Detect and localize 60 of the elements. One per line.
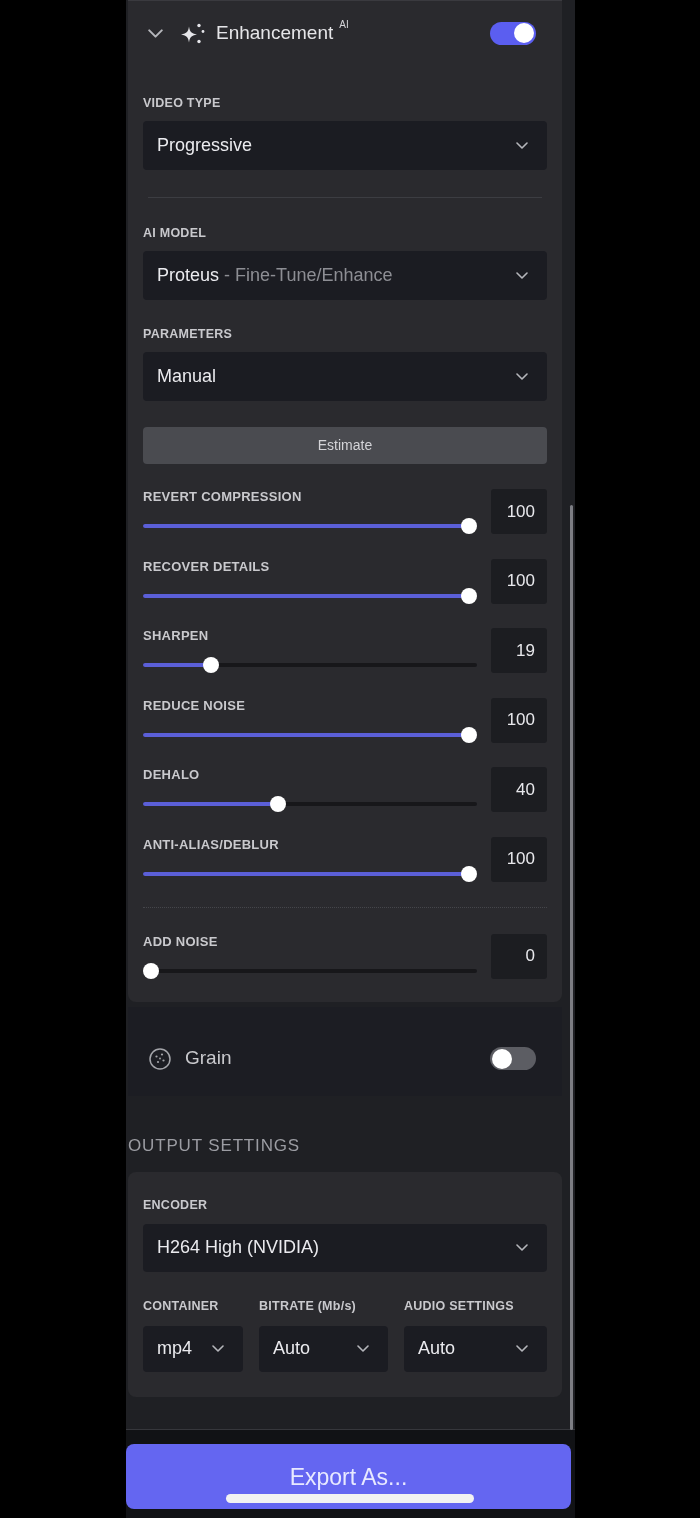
dropdown[interactable]: H264 High (NVIDIA) (143, 1223, 547, 1272)
ai-superscript: AI (339, 19, 349, 31)
slider-track[interactable] (143, 587, 477, 604)
slider-track[interactable] (143, 962, 477, 979)
slider-thumb[interactable] (461, 865, 477, 882)
dropdown[interactable]: Proteus - Fine-Tune/Enhance (143, 251, 547, 300)
estimate-button[interactable]: Estimate (143, 427, 547, 464)
speckled-circle-icon (149, 1047, 171, 1070)
dropdown[interactable]: Manual (143, 352, 547, 401)
field-label: AI MODEL (143, 225, 208, 241)
slider-label: SHARPEN (143, 628, 210, 644)
slider-label: ADD NOISE (143, 933, 219, 950)
slider-label: REDUCE NOISE (143, 697, 247, 714)
field-label: ENCODER (143, 1196, 209, 1213)
value-field[interactable]: 0 (491, 933, 547, 979)
slider-label: REVERT COMPRESSION (143, 489, 303, 505)
slider-thumb[interactable] (143, 962, 159, 979)
section-heading: OUTPUT SETTINGS (128, 1135, 301, 1156)
slider-thumb[interactable] (270, 796, 287, 812)
field-label: AUDIO SETTINGS (404, 1297, 515, 1314)
slider-track[interactable] (143, 865, 477, 882)
chevron-down-icon (516, 142, 528, 149)
slider-thumb[interactable] (203, 657, 220, 673)
chevron-down-icon (516, 373, 528, 380)
toggle-switch[interactable] (490, 21, 536, 45)
slider-track[interactable] (143, 657, 477, 673)
dropdown[interactable]: Auto (404, 1325, 547, 1372)
slider-thumb[interactable] (461, 518, 477, 534)
dropdown[interactable]: mp4 (143, 1325, 243, 1372)
slider-track[interactable] (143, 518, 477, 534)
chevron-down-icon (516, 1244, 528, 1251)
value-field[interactable]: 40 (491, 767, 547, 812)
slider-thumb[interactable] (461, 587, 477, 604)
value-field[interactable]: 19 (491, 628, 547, 673)
chevron-down-icon (212, 1345, 224, 1352)
value-field[interactable]: 100 (491, 489, 547, 534)
chevron-down-icon (516, 272, 528, 279)
slider-label: DEHALO (143, 767, 201, 783)
dropdown[interactable]: Progressive (143, 121, 547, 170)
chevron-down-icon[interactable] (148, 28, 163, 38)
dropdown[interactable]: Auto (259, 1325, 388, 1372)
value-field[interactable]: 100 (491, 836, 547, 882)
slider-label: RECOVER DETAILS (143, 558, 271, 575)
value-field[interactable]: 100 (491, 697, 547, 743)
section-title: Enhancement (216, 20, 334, 45)
section-title: Grain (185, 1046, 232, 1071)
chevron-down-icon (357, 1345, 369, 1352)
value-field[interactable]: 100 (491, 558, 547, 604)
slider-track[interactable] (143, 726, 477, 743)
field-label: CONTAINER (143, 1297, 220, 1314)
slider-label: ANTI-ALIAS/DEBLUR (143, 836, 280, 853)
field-label: PARAMETERS (143, 326, 234, 342)
field-label: VIDEO TYPE (143, 95, 222, 111)
toggle-switch[interactable] (490, 1047, 536, 1070)
export-button[interactable]: Export As... (126, 1443, 571, 1509)
chevron-down-icon (516, 1345, 528, 1352)
slider-thumb[interactable] (461, 726, 477, 743)
slider-track[interactable] (143, 796, 477, 812)
field-label: BITRATE (Mb/s) (259, 1297, 357, 1314)
sparkle-icon (180, 22, 205, 44)
